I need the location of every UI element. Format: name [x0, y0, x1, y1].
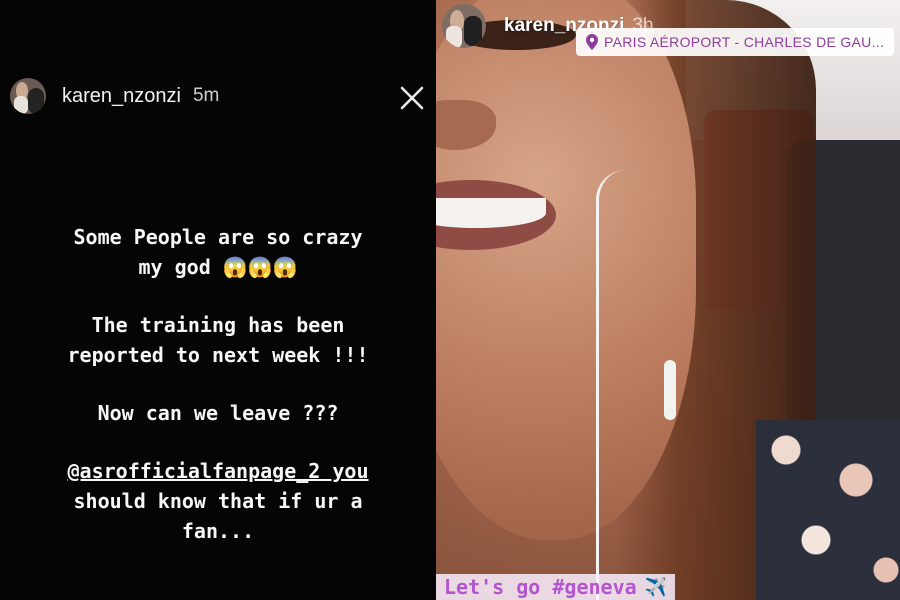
mention-line[interactable]: @asrofficialfanpage_2 you — [0, 456, 436, 486]
earphone-cord — [596, 170, 639, 600]
caption-banner: Let's go #geneva ✈️ — [436, 574, 676, 600]
post-time: 5m — [192, 85, 220, 106]
story-line: fan... — [181, 519, 255, 543]
location-sticker[interactable]: PARIS AÉROPORT - CHARLES DE GAU... — [576, 28, 895, 56]
story-line: reported to next week !!! — [67, 343, 369, 367]
caption-text[interactable]: Let's go #geneva — [444, 575, 637, 599]
right-story: karen_nzonzi 3h PARIS AÉROPORT - CHARLES… — [436, 0, 900, 600]
earphone-remote — [664, 360, 676, 420]
avatar[interactable] — [10, 78, 46, 114]
story-line: The training has been — [91, 313, 345, 337]
stories-comparison: karen_nzonzi 5m Some People are so crazy… — [0, 0, 900, 600]
nose — [436, 100, 496, 150]
location-text: PARIS AÉROPORT - CHARLES DE GAU... — [604, 34, 885, 50]
story-line: should know that if ur a — [73, 489, 363, 513]
username[interactable]: karen_nzonzi — [62, 85, 181, 108]
location-pin-icon — [586, 34, 598, 50]
floral-shirt — [756, 420, 900, 600]
avatar[interactable] — [442, 4, 486, 48]
close-icon[interactable] — [398, 84, 426, 112]
face — [436, 0, 696, 540]
story-line: Now can we leave ??? — [97, 401, 339, 425]
airplane-icon: ✈️ — [644, 576, 668, 598]
story-line: my god 😱😱😱 — [138, 255, 298, 279]
left-story: karen_nzonzi 5m Some People are so crazy… — [0, 0, 436, 600]
story-line: Some People are so crazy — [73, 225, 363, 249]
left-story-header: karen_nzonzi 5m — [10, 78, 219, 114]
story-text: Some People are so crazy my god 😱😱😱 The … — [0, 222, 436, 546]
